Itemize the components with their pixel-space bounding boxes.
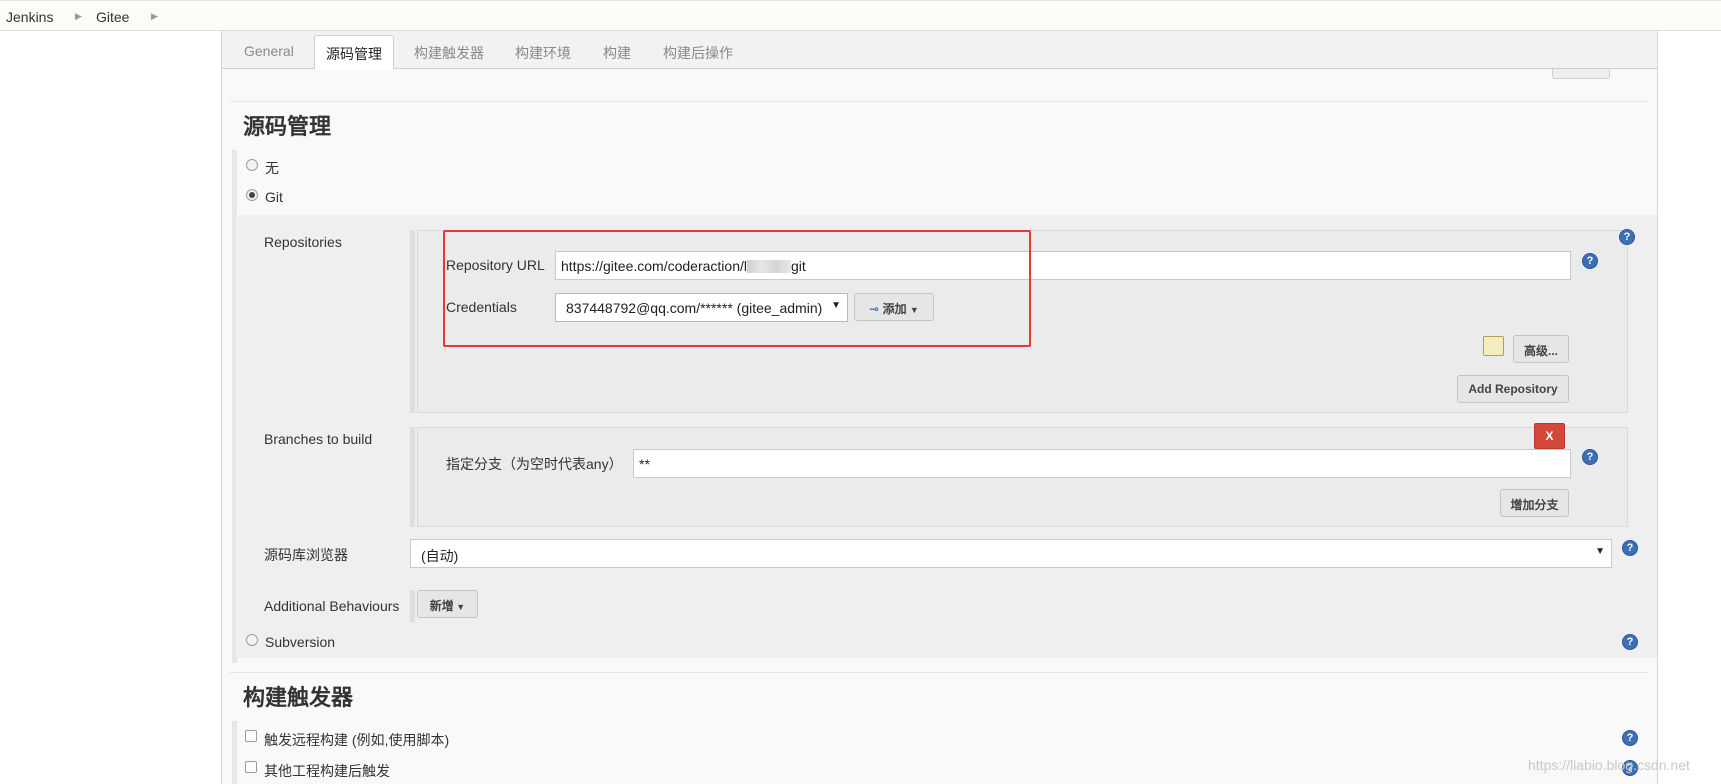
add-branch-button[interactable]: 增加分支 xyxy=(1500,489,1569,517)
help-icon[interactable]: ? xyxy=(1622,730,1638,746)
breadcrumb: Jenkins ▶ Gitee ▶ xyxy=(0,0,1721,31)
tab-scm[interactable]: 源码管理 xyxy=(314,35,394,70)
breadcrumb-jenkins[interactable]: Jenkins xyxy=(6,9,53,25)
repositories-bar xyxy=(410,230,415,413)
additional-behaviours-label: Additional Behaviours xyxy=(264,598,400,614)
repo-url-label: Repository URL xyxy=(446,257,545,273)
dropdown-arrow-icon: ▼ xyxy=(831,300,841,311)
trigger-upstream-label: 其他工程构建后触发 xyxy=(264,763,390,779)
partial-button[interactable] xyxy=(1552,69,1610,79)
breadcrumb-gitee[interactable]: Gitee xyxy=(96,9,129,25)
tab-general[interactable]: General xyxy=(244,43,294,59)
repo-browser-select[interactable]: (自动) ▼ xyxy=(410,539,1612,568)
credentials-select[interactable]: 837448792@qq.com/****** (gitee_admin) ▼ xyxy=(555,293,848,322)
dropdown-arrow-icon: ▼ xyxy=(909,305,919,315)
config-panel: General 源码管理 构建触发器 构建环境 构建 构建后操作 源码管理 无 … xyxy=(221,31,1658,784)
branch-spec-label: 指定分支（为空时代表any） xyxy=(446,456,623,472)
trigger-section-title: 构建触发器 xyxy=(243,685,354,710)
repositories-label: Repositories xyxy=(264,234,342,250)
watermark: https://liabio.blog.csdn.net xyxy=(1528,757,1690,773)
chevron-right-icon: ▶ xyxy=(75,11,82,21)
tab-post-build[interactable]: 构建后操作 xyxy=(663,43,733,63)
help-icon[interactable]: ? xyxy=(1619,229,1635,245)
add-behaviour-button[interactable]: 新增 ▼ xyxy=(417,590,478,618)
divider xyxy=(230,101,1648,102)
repo-browser-label: 源码库浏览器 xyxy=(264,547,348,563)
trigger-remote-checkbox[interactable] xyxy=(245,730,257,742)
notepad-icon xyxy=(1483,336,1504,356)
advanced-button[interactable]: 高级... xyxy=(1513,335,1569,363)
divider xyxy=(230,672,1648,673)
chevron-right-icon: ▶ xyxy=(151,11,158,21)
behaviours-bar xyxy=(410,590,415,622)
scm-subversion-label: Subversion xyxy=(265,634,336,650)
branch-spec-input[interactable]: ** xyxy=(633,449,1571,478)
scm-none-radio[interactable] xyxy=(246,159,258,171)
trigger-remote-label: 触发远程构建 (例如,使用脚本) xyxy=(264,732,450,748)
tab-triggers[interactable]: 构建触发器 xyxy=(414,43,484,63)
branches-label: Branches to build xyxy=(264,431,373,447)
key-icon: ⊸ xyxy=(869,302,880,316)
dropdown-arrow-icon: ▼ xyxy=(453,602,466,612)
redacted-text xyxy=(747,260,791,273)
scm-section-title: 源码管理 xyxy=(243,114,332,139)
scm-git-radio[interactable] xyxy=(246,189,258,201)
tab-build[interactable]: 构建 xyxy=(603,43,631,63)
credentials-label: Credentials xyxy=(446,299,517,315)
scm-none-label: 无 xyxy=(265,160,279,176)
dropdown-arrow-icon: ▼ xyxy=(1595,546,1605,557)
repo-url-input[interactable]: https://gitee.com/coderaction/l git xyxy=(555,251,1571,280)
scm-subversion-radio[interactable] xyxy=(246,634,258,646)
add-repository-button[interactable]: Add Repository xyxy=(1457,375,1569,403)
scm-git-label: Git xyxy=(265,189,283,205)
delete-branch-button[interactable]: X xyxy=(1534,423,1565,449)
trigger-upstream-checkbox[interactable] xyxy=(245,761,257,773)
tab-build-env[interactable]: 构建环境 xyxy=(515,43,571,63)
tab-bar: General 源码管理 构建触发器 构建环境 构建 构建后操作 xyxy=(222,31,1657,70)
help-icon[interactable]: ? xyxy=(1582,449,1598,465)
group-bar xyxy=(232,721,237,784)
help-icon[interactable]: ? xyxy=(1582,253,1598,269)
add-credentials-button[interactable]: ⊸ 添加 ▼ xyxy=(854,293,934,321)
help-icon[interactable]: ? xyxy=(1622,634,1638,650)
branches-bar xyxy=(410,427,415,527)
help-icon[interactable]: ? xyxy=(1622,540,1638,556)
